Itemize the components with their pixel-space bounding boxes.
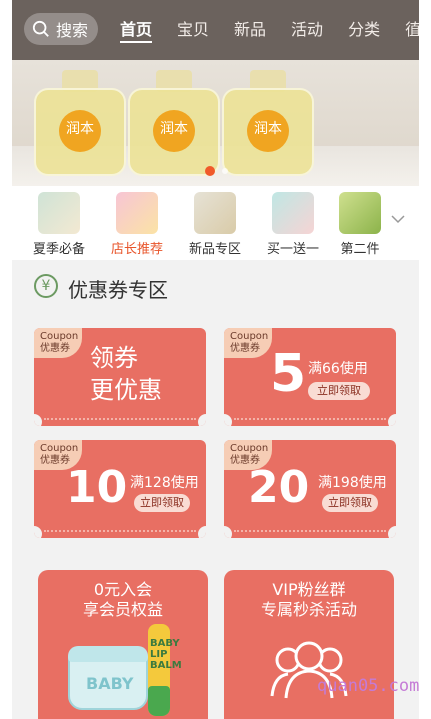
bottle-label: 润本 bbox=[247, 110, 289, 152]
coupon-notch bbox=[388, 526, 396, 538]
claim-coupon-button[interactable]: 立即领取 bbox=[134, 494, 190, 512]
coupon-lead-text: 领券 更优惠 bbox=[90, 342, 162, 406]
watermark-text: quan05.com bbox=[317, 676, 420, 696]
tab-home[interactable]: 首页 bbox=[120, 0, 153, 60]
coupon-divider bbox=[44, 418, 196, 420]
coupon-tag-zh: 优惠券 bbox=[40, 343, 70, 354]
coupon-condition: 满66使用 bbox=[308, 361, 368, 377]
coupon-notch bbox=[34, 526, 42, 538]
yen-icon: ¥ bbox=[34, 274, 58, 298]
category-strip: 夏季必备 店长推荐 新品专区 买一送一 第二件 bbox=[12, 186, 419, 260]
claim-coupon-button[interactable]: 立即领取 bbox=[322, 494, 378, 512]
shop-home-page: 搜索 首页 宝贝 新品 活动 分类 徝 润本 润本 润本 夏季必备 店长推荐 新… bbox=[12, 0, 419, 719]
category-item-recommended[interactable]: 店长推荐 bbox=[102, 192, 172, 257]
category-item-second[interactable]: 第二件 bbox=[330, 192, 390, 257]
coupon-notch bbox=[388, 414, 396, 426]
category-label: 买一送一 bbox=[266, 242, 319, 257]
category-label: 第二件 bbox=[340, 242, 380, 257]
coupon-tag: Coupon 优惠券 bbox=[34, 328, 82, 358]
coupon-divider bbox=[44, 530, 196, 532]
coupon-grid: Coupon 优惠券 领券 更优惠 Coupon 优惠券 5 满66使用 立即领… bbox=[12, 312, 419, 548]
coupon-card[interactable]: Coupon 优惠券 5 满66使用 立即领取 bbox=[224, 328, 396, 426]
coupon-tag-en: Coupon bbox=[230, 331, 269, 342]
coupon-notch bbox=[224, 526, 232, 538]
coupon-divider bbox=[234, 530, 386, 532]
claim-coupon-button[interactable]: 立即领取 bbox=[308, 382, 370, 400]
coupon-section-header: ¥ 优惠券专区 bbox=[12, 262, 419, 310]
tab-more[interactable]: 徝 bbox=[405, 0, 419, 60]
category-thumbnail bbox=[272, 192, 314, 234]
category-thumbnail bbox=[194, 192, 236, 234]
cream-jar-image: BABY bbox=[68, 646, 148, 710]
carousel-dot-active[interactable] bbox=[205, 166, 215, 176]
coupon-condition: 满198使用 bbox=[318, 475, 387, 491]
section-title: 优惠券专区 bbox=[68, 278, 168, 302]
coupon-tag-en: Coupon bbox=[230, 443, 269, 454]
banner-carousel[interactable]: 润本 润本 润本 bbox=[12, 60, 419, 186]
coupon-lead-line1: 领券 bbox=[90, 344, 138, 372]
promo-title: VIP粉丝群 专属秒杀活动 bbox=[224, 580, 394, 620]
search-icon bbox=[32, 20, 49, 37]
coupon-notch bbox=[34, 414, 42, 426]
search-label: 搜索 bbox=[56, 21, 89, 40]
carousel-dot[interactable] bbox=[222, 168, 228, 174]
coupon-lead-line2: 更优惠 bbox=[90, 376, 162, 404]
coupon-tag-zh: 优惠券 bbox=[230, 343, 260, 354]
bottle-label: 润本 bbox=[153, 110, 195, 152]
lip-balm-label: BABY LIP BALM bbox=[150, 638, 182, 671]
product-bottle-image: 润本 bbox=[128, 70, 220, 178]
coupon-notch bbox=[224, 414, 232, 426]
coupon-notch bbox=[198, 526, 206, 538]
promo-title-line1: VIP粉丝群 bbox=[272, 580, 346, 599]
category-thumbnail bbox=[38, 192, 80, 234]
member-promo-card[interactable]: 0元入会 享会员权益 BABY BABY LIP BALM bbox=[38, 570, 208, 719]
category-label: 店长推荐 bbox=[110, 242, 163, 257]
bottle-label: 润本 bbox=[59, 110, 101, 152]
coupon-notch bbox=[198, 414, 206, 426]
lip-balm-image: BABY LIP BALM bbox=[148, 624, 182, 716]
coupon-amount: 20 bbox=[248, 462, 310, 513]
coupon-tag-en: Coupon bbox=[40, 331, 79, 342]
promo-title-line2: 专属秒杀活动 bbox=[260, 600, 357, 619]
product-bottle-image: 润本 bbox=[34, 70, 126, 178]
lip-balm-cap bbox=[148, 686, 170, 716]
coupon-lead-card[interactable]: Coupon 优惠券 领券 更优惠 bbox=[34, 328, 206, 426]
chevron-down-icon[interactable] bbox=[391, 214, 405, 224]
coupon-amount: 10 bbox=[66, 462, 128, 513]
category-item-bogo[interactable]: 买一送一 bbox=[258, 192, 328, 257]
jar-lid bbox=[68, 646, 148, 662]
category-thumbnail bbox=[116, 192, 158, 234]
category-label: 新品专区 bbox=[188, 242, 241, 257]
category-thumbnail bbox=[339, 192, 381, 234]
jar-label: BABY bbox=[86, 674, 134, 693]
promo-title: 0元入会 享会员权益 bbox=[38, 580, 208, 620]
nav-tabs: 首页 宝贝 新品 活动 分类 徝 bbox=[120, 0, 419, 60]
coupon-card[interactable]: Coupon 优惠券 10 满128使用 立即领取 bbox=[34, 440, 206, 538]
category-item-new[interactable]: 新品专区 bbox=[180, 192, 250, 257]
coupon-divider bbox=[234, 418, 386, 420]
category-item-summer[interactable]: 夏季必备 bbox=[24, 192, 94, 257]
coupon-card[interactable]: Coupon 优惠券 20 满198使用 立即领取 bbox=[224, 440, 396, 538]
vip-group-promo-card[interactable]: VIP粉丝群 专属秒杀活动 bbox=[224, 570, 394, 719]
promo-title-line1: 0元入会 bbox=[93, 580, 153, 599]
coupon-tag-en: Coupon bbox=[40, 443, 79, 454]
coupon-amount: 5 bbox=[270, 344, 307, 404]
tab-events[interactable]: 活动 bbox=[291, 0, 323, 60]
coupon-condition: 满128使用 bbox=[130, 475, 199, 491]
tab-items[interactable]: 宝贝 bbox=[177, 0, 209, 60]
tab-new[interactable]: 新品 bbox=[234, 0, 266, 60]
top-bar: 搜索 首页 宝贝 新品 活动 分类 徝 bbox=[12, 0, 419, 60]
promo-title-line2: 享会员权益 bbox=[82, 600, 163, 619]
product-bottle-image: 润本 bbox=[222, 70, 314, 178]
category-label: 夏季必备 bbox=[32, 242, 85, 257]
search-button[interactable]: 搜索 bbox=[24, 13, 98, 45]
tab-categories[interactable]: 分类 bbox=[348, 0, 380, 60]
coupon-tag: Coupon 优惠券 bbox=[224, 328, 272, 358]
